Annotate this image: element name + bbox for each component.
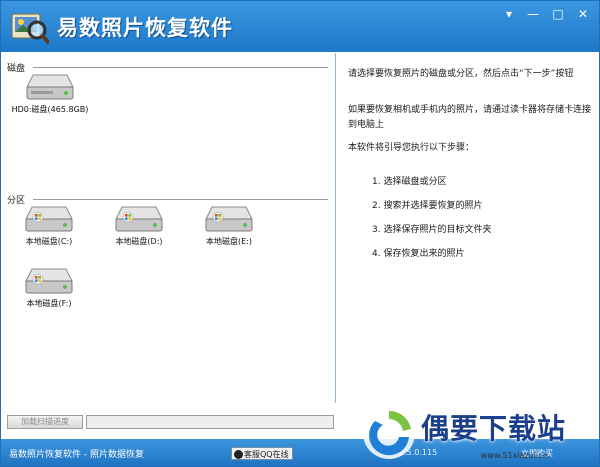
partition-label-e: 本地磁盘(E:) bbox=[206, 237, 252, 246]
windows-drive-icon bbox=[25, 268, 73, 294]
watermark-domain: www.51xiazai.cn bbox=[481, 451, 548, 460]
partition-label-f: 本地磁盘(F:) bbox=[26, 299, 72, 308]
minimize-button[interactable]: — bbox=[523, 5, 543, 23]
watermark-logo-icon bbox=[363, 407, 415, 459]
disk-label: HD0:磁盘(465.8GB) bbox=[11, 105, 89, 114]
instruction-card-reader: 如果要恢复相机或手机内的照片，请通过读卡器将存储卡连接到电脑上 bbox=[348, 105, 592, 130]
instructions-pane: 请选择要恢复照片的磁盘或分区，然后点击“下一步”按钮 如果要恢复相机或手机内的照… bbox=[335, 53, 599, 403]
qq-penguin-icon bbox=[234, 450, 243, 459]
menu-dropdown-button[interactable]: ▾ bbox=[499, 5, 519, 23]
watermark-text: 偶要下载站 bbox=[421, 412, 567, 445]
hard-disk-icon bbox=[26, 74, 74, 100]
watermark: 偶要下载站 www.51xiazai.cn bbox=[359, 401, 599, 465]
partition-item-e[interactable]: 本地磁盘(E:) bbox=[193, 203, 265, 247]
close-button[interactable]: ✕ bbox=[573, 5, 593, 23]
load-scan-progress-button[interactable]: 加载扫描进度 bbox=[7, 415, 83, 429]
windows-drive-icon bbox=[205, 206, 253, 232]
progress-bar bbox=[86, 415, 334, 429]
step-item-3: 3. 选择保存照片的目标文件夹 bbox=[372, 225, 492, 235]
partition-item-d[interactable]: 本地磁盘(D:) bbox=[103, 203, 175, 247]
title-bar[interactable]: 易数照片恢复软件 ▾ — □ ✕ bbox=[1, 1, 599, 52]
app-logo-icon bbox=[11, 13, 49, 44]
app-window: 易数照片恢复软件 ▾ — □ ✕ 磁盘 HD0:磁盘(465.8GB) 分区 本… bbox=[0, 0, 600, 467]
disk-item-hd0[interactable]: HD0:磁盘(465.8GB) bbox=[7, 71, 93, 115]
customer-service-button[interactable]: 客服QQ在线 bbox=[231, 447, 293, 460]
maximize-button[interactable]: □ bbox=[548, 5, 568, 23]
app-title: 易数照片恢复软件 bbox=[57, 16, 233, 40]
step-item-2: 2. 搜索并选择要恢复的照片 bbox=[372, 201, 483, 211]
partition-item-f[interactable]: 本地磁盘(F:) bbox=[13, 265, 85, 309]
windows-drive-icon bbox=[115, 206, 163, 232]
disk-section-divider bbox=[33, 67, 328, 68]
instruction-select-drive: 请选择要恢复照片的磁盘或分区，然后点击“下一步”按钮 bbox=[348, 69, 574, 79]
partition-section-divider bbox=[33, 199, 328, 200]
customer-service-label: 客服QQ在线 bbox=[244, 450, 289, 459]
partition-item-c[interactable]: 本地磁盘(C:) bbox=[13, 203, 85, 247]
drive-list-pane: 磁盘 HD0:磁盘(465.8GB) 分区 本地磁盘(C:) 本地磁盘(D:) … bbox=[1, 53, 334, 403]
step-item-4: 4. 保存恢复出来的照片 bbox=[372, 249, 465, 259]
status-app-name: 易数照片恢复软件 - 照片数据恢复 bbox=[9, 450, 144, 460]
windows-drive-icon bbox=[25, 206, 73, 232]
partition-label-c: 本地磁盘(C:) bbox=[25, 237, 73, 246]
instruction-steps-intro: 本软件将引导您执行以下步骤： bbox=[348, 143, 475, 153]
step-item-1: 1. 选择磁盘或分区 bbox=[372, 177, 447, 187]
partition-label-d: 本地磁盘(D:) bbox=[115, 237, 163, 246]
